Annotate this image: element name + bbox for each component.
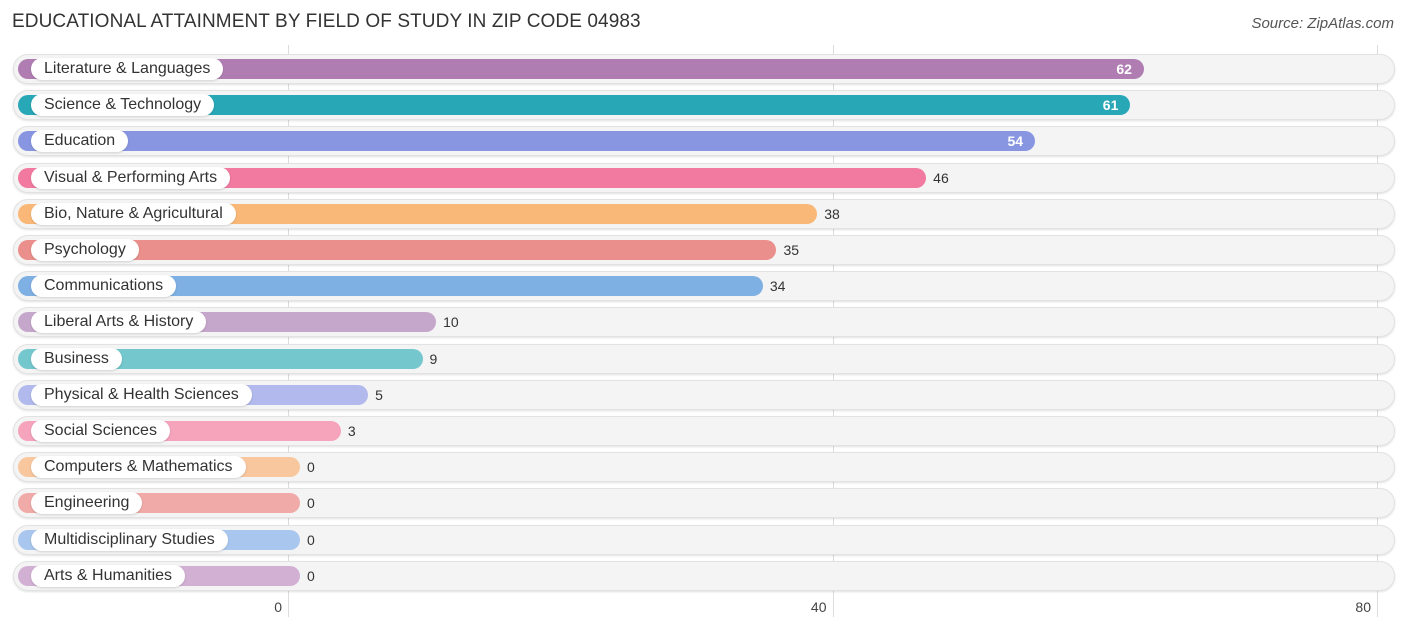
- value-label: 46: [933, 169, 949, 186]
- value-label: 35: [783, 242, 800, 258]
- x-tick-label: 40: [810, 599, 827, 615]
- bar-row: Science & Technology 61: [13, 90, 1395, 121]
- bar-row: Multidisciplinary Studies 0: [13, 524, 1395, 555]
- bar-row: Engineering 0: [13, 488, 1395, 519]
- bar-row: Social Sciences 3: [13, 416, 1395, 446]
- bar-row: Business 9: [13, 343, 1395, 374]
- category-label: Engineering: [31, 492, 143, 515]
- source-label: Source: ZipAtlas.com: [1251, 15, 1394, 32]
- value-label: 61: [1102, 97, 1119, 114]
- value-label: 0: [307, 495, 315, 512]
- category-label: Multidisciplinary Studies: [31, 528, 228, 551]
- value-label: 0: [307, 531, 315, 548]
- bar-row: Liberal Arts & History 10: [13, 307, 1395, 338]
- bar-row: Computers & Mathematics 0: [13, 452, 1395, 483]
- category-label: Education: [31, 130, 129, 153]
- value-label: 9: [429, 350, 438, 367]
- value-label: 3: [347, 423, 356, 439]
- bar-row: Physical & Health Sciences 5: [13, 379, 1395, 410]
- value-label: 54: [1007, 133, 1024, 150]
- value-label: 38: [824, 205, 840, 222]
- bar-row: Education 54: [13, 126, 1395, 157]
- category-label: Social Sciences: [31, 420, 170, 442]
- value-label: 5: [375, 386, 383, 403]
- bar-row: Literature & Languages 62: [13, 54, 1395, 84]
- x-tick-label: 0: [274, 599, 282, 615]
- category-label: Psychology: [31, 239, 139, 261]
- category-label: Computers & Mathematics: [31, 456, 246, 479]
- x-tick-label: 80: [1355, 599, 1371, 615]
- value-label: 34: [769, 278, 786, 295]
- bar-row: Bio, Nature & Agricultural 38: [13, 198, 1395, 229]
- value-label: 0: [307, 459, 315, 476]
- value-label: 10: [443, 314, 459, 331]
- category-label: Communications: [31, 275, 177, 298]
- bar-row: Visual & Performing Arts 46: [13, 162, 1395, 193]
- bar-row: Arts & Humanities 0: [13, 560, 1395, 591]
- category-label: Visual & Performing Arts: [31, 166, 231, 189]
- chart-title: EDUCATIONAL ATTAINMENT BY FIELD OF STUDY…: [12, 11, 641, 32]
- category-label: Physical & Health Sciences: [31, 383, 252, 406]
- category-label: Liberal Arts & History: [31, 311, 207, 334]
- bar-row: Communications 34: [13, 271, 1395, 302]
- category-label: Science & Technology: [31, 94, 215, 117]
- value-label: 62: [1116, 61, 1132, 77]
- category-label: Literature & Languages: [31, 58, 224, 80]
- category-label: Arts & Humanities: [31, 564, 186, 587]
- category-label: Business: [31, 347, 122, 370]
- bar-row: Psychology 35: [13, 235, 1395, 265]
- value-label: 0: [307, 567, 315, 584]
- bar[interactable]: [18, 131, 1036, 152]
- category-label: Bio, Nature & Agricultural: [31, 202, 236, 225]
